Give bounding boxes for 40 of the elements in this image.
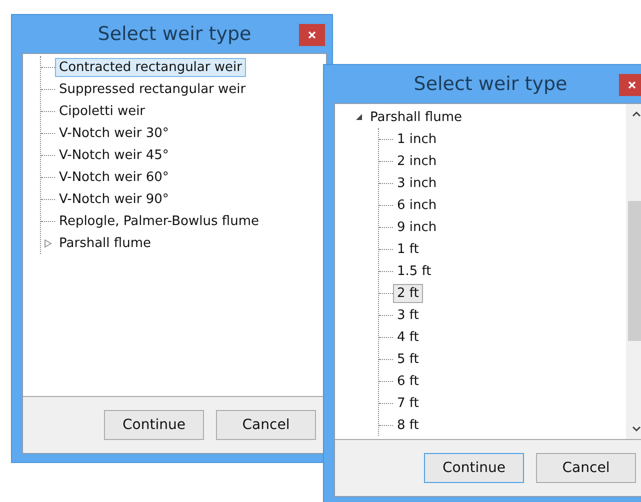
dialog-button[interactable]: Continue — [104, 410, 204, 440]
tree-item[interactable]: V-Notch weir 90° — [55, 190, 173, 208]
close-icon — [628, 81, 636, 89]
tree-item[interactable]: 3 ft — [393, 306, 423, 324]
expanded-triangle-icon[interactable] — [355, 113, 363, 121]
collapsed-triangle-icon[interactable] — [44, 238, 52, 248]
scrollbar-thumb[interactable] — [628, 201, 641, 341]
window-title: Select weir type — [414, 73, 568, 95]
window-title: Select weir type — [98, 23, 252, 45]
tree-item[interactable]: 9 inch — [393, 218, 441, 236]
tree-item[interactable]: 7 ft — [393, 394, 423, 412]
up-chevron-icon[interactable] — [632, 111, 640, 117]
tree-item[interactable]: V-Notch weir 60° — [55, 168, 173, 186]
tree-item[interactable]: Contracted rectangular weir — [55, 58, 246, 76]
tree-item[interactable]: V-Notch weir 30° — [55, 124, 173, 142]
scrollbar[interactable] — [626, 104, 641, 439]
tree-item[interactable]: 2 ft — [393, 284, 423, 302]
tree-item[interactable]: 8 ft — [393, 416, 423, 434]
tree-item[interactable]: Replogle, Palmer-Bowlus flume — [55, 212, 263, 230]
dialog-button[interactable]: Continue — [424, 453, 524, 483]
tree-item[interactable]: Parshall flume — [55, 234, 155, 252]
tree-item[interactable]: Suppressed rectangular weir — [55, 80, 250, 98]
tree-item[interactable]: V-Notch weir 45° — [55, 146, 173, 164]
tree-item[interactable]: 2 inch — [393, 152, 441, 170]
tree-item[interactable]: 1.5 ft — [393, 262, 436, 280]
tree-item[interactable]: 6 inch — [393, 196, 441, 214]
tree-item[interactable]: 6 ft — [393, 372, 423, 390]
close-icon — [308, 31, 316, 39]
tree-item[interactable]: 1 ft — [393, 240, 423, 258]
down-chevron-icon[interactable] — [632, 426, 640, 432]
tree-item[interactable]: 1 inch — [393, 130, 441, 148]
tree-item[interactable]: 5 ft — [393, 350, 423, 368]
dialog-button[interactable]: Cancel — [536, 453, 636, 483]
tree-item[interactable]: 3 inch — [393, 174, 441, 192]
tree-item[interactable]: Cipoletti weir — [55, 102, 150, 120]
tree-item[interactable]: 4 ft — [393, 328, 423, 346]
close-button[interactable] — [299, 24, 325, 46]
tree-item[interactable]: Parshall flume — [366, 108, 466, 126]
dialog-button[interactable]: Cancel — [216, 410, 316, 440]
close-button[interactable] — [619, 74, 641, 96]
